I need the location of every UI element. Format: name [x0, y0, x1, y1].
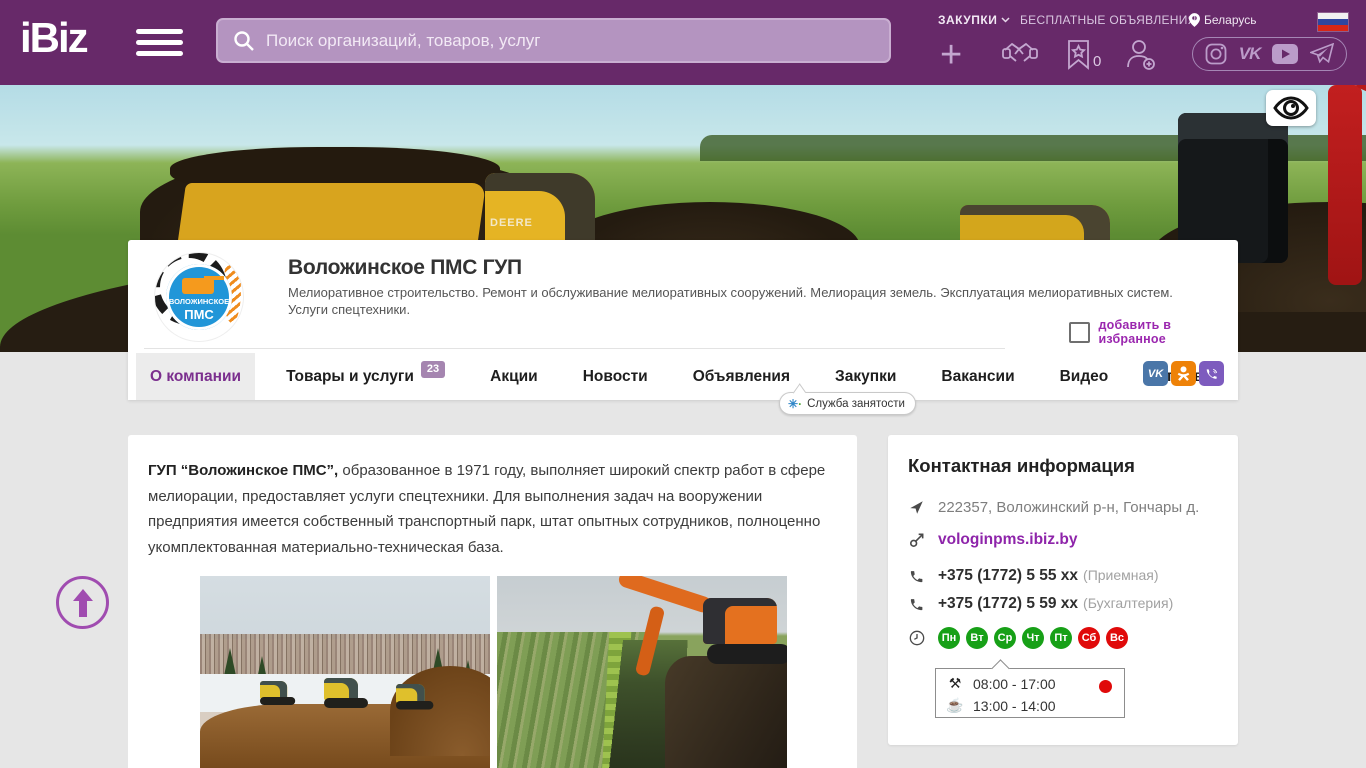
- employment-service-tooltip: ✳· Служба занятости: [779, 392, 916, 415]
- logo-excavator-icon: [182, 278, 214, 294]
- youtube-icon[interactable]: [1272, 44, 1299, 64]
- language-flag-ru[interactable]: [1318, 13, 1348, 31]
- company-name: Воложинское ПМС ГУП: [288, 256, 522, 279]
- address-row: 222357, Воложинский р-н, Гончары д.: [908, 499, 1199, 516]
- search-input[interactable]: [266, 30, 889, 51]
- tab-promotions[interactable]: Акции: [476, 353, 552, 400]
- phone-number[interactable]: +375 (1772) 5 55 xx: [938, 567, 1078, 584]
- search-icon: [234, 30, 254, 51]
- status-dot: [1099, 680, 1112, 693]
- hamburger-menu-icon[interactable]: [136, 29, 183, 62]
- site-header: iBiz ЗАКУПКИ БЕСПЛАТНЫЕ ОБЪЯВЛЕНИЯ Белар…: [0, 0, 1366, 85]
- about-company-card: ГУП “Воложинское ПМС”, образованное в 19…: [128, 435, 857, 768]
- phone-row: +375 (1772) 5 59 xx (Бухгалтерия): [908, 595, 1173, 613]
- add-to-favorites[interactable]: добавить в избранное: [1069, 318, 1238, 346]
- website-link[interactable]: vologinpms.ibiz.by: [938, 531, 1078, 549]
- products-count-badge: 23: [420, 361, 446, 378]
- employment-service-icon: ✳·: [788, 396, 803, 411]
- chevron-down-icon: [1001, 17, 1010, 23]
- accessibility-eye-button[interactable]: [1266, 90, 1316, 126]
- favorite-label: добавить в избранное: [1098, 318, 1172, 346]
- odnoklassniki-social-button[interactable]: [1171, 361, 1196, 386]
- phone-number[interactable]: +375 (1772) 5 59 xx: [938, 595, 1078, 612]
- tab-vacancies[interactable]: Вакансии: [927, 353, 1028, 400]
- company-card: ВОЛОЖИНСКОЕ ПМС Воложинское ПМС ГУП Мели…: [128, 240, 1238, 400]
- day-badge[interactable]: Чт: [1022, 627, 1044, 649]
- contact-info-card: Контактная информация 222357, Воложински…: [888, 435, 1238, 745]
- site-logo[interactable]: iBiz: [20, 14, 89, 62]
- day-badge[interactable]: Пт: [1050, 627, 1072, 649]
- company-social-links: VK: [1143, 361, 1224, 386]
- tab-news[interactable]: Новости: [569, 353, 662, 400]
- phone-icon: [908, 569, 925, 584]
- gallery-photo-excavator[interactable]: [497, 576, 787, 768]
- location-pin-icon: [1189, 13, 1200, 27]
- top-nav: ЗАКУПКИ БЕСПЛАТНЫЕ ОБЪЯВЛЕНИЯ Беларусь: [930, 13, 1350, 33]
- phone-row: +375 (1772) 5 55 xx (Приемная): [908, 567, 1159, 585]
- gallery: [200, 576, 787, 768]
- day-badge[interactable]: Пн: [938, 627, 960, 649]
- eye-icon: [1273, 96, 1309, 120]
- day-badge[interactable]: Вт: [966, 627, 988, 649]
- day-badge[interactable]: Вс: [1106, 627, 1128, 649]
- nav-procurement[interactable]: ЗАКУПКИ: [938, 13, 1010, 27]
- header-social-links: VK: [1192, 37, 1347, 71]
- divider: [144, 348, 1005, 349]
- login-profile-icon[interactable]: [1126, 39, 1156, 75]
- bookmarks-count: 0: [1093, 53, 1102, 70]
- phone-icon: [908, 597, 925, 612]
- break-hours: 13:00 - 14:00: [973, 697, 1056, 714]
- tab-video[interactable]: Видео: [1046, 353, 1123, 400]
- vk-social-button[interactable]: VK: [1143, 361, 1168, 386]
- viber-social-button[interactable]: [1199, 361, 1224, 386]
- tab-products[interactable]: Товары и услуги 23: [272, 353, 459, 400]
- company-tabs: О компании Товары и услуги 23 Акции Новос…: [136, 353, 1248, 400]
- gallery-photo-bulldozers[interactable]: [200, 576, 490, 768]
- tab-about[interactable]: О компании: [136, 353, 256, 400]
- instagram-icon[interactable]: [1205, 43, 1227, 65]
- work-hours: 08:00 - 17:00: [973, 675, 1056, 692]
- scroll-to-top-button[interactable]: [56, 576, 109, 629]
- handshake-icon[interactable]: [1002, 40, 1038, 75]
- navigation-arrow-icon: [908, 500, 925, 515]
- vk-icon[interactable]: VK: [1239, 44, 1262, 64]
- search-box: [216, 18, 891, 63]
- add-plus-icon[interactable]: +: [940, 36, 962, 74]
- country-selector[interactable]: Беларусь: [1189, 13, 1256, 27]
- bookmarks-button[interactable]: 0: [1067, 40, 1101, 70]
- bookmark-star-icon: [1068, 40, 1089, 70]
- day-badge[interactable]: Ср: [994, 627, 1016, 649]
- about-text: ГУП “Воложинское ПМС”, образованное в 19…: [148, 462, 826, 556]
- favorite-checkbox[interactable]: [1069, 321, 1090, 343]
- work-tools-icon: ⚒: [948, 675, 962, 691]
- website-row: vologinpms.ibiz.by: [908, 531, 1078, 549]
- company-logo: ВОЛОЖИНСКОЕ ПМС: [155, 253, 243, 341]
- arrow-up-icon: [72, 588, 93, 617]
- header-icon-row: + 0 VK: [930, 36, 1366, 78]
- phone-label: (Приемная): [1083, 567, 1159, 583]
- working-hours-popover: ⚒ 08:00 - 17:00 ☕ 13:00 - 14:00: [935, 668, 1125, 718]
- address-text: 222357, Воложинский р-н, Гончары д.: [938, 499, 1200, 516]
- clock-icon: [908, 630, 925, 646]
- truck-brand-label: DEERE: [490, 217, 533, 229]
- company-description: Мелиоративное строительство. Ремонт и об…: [288, 285, 1173, 317]
- nav-free-ads[interactable]: БЕСПЛАТНЫЕ ОБЪЯВЛЕНИЯ: [1020, 13, 1197, 27]
- coffee-break-icon: ☕: [946, 697, 964, 713]
- phone-label: (Бухгалтерия): [1083, 595, 1174, 611]
- working-days-row: Пн Вт Ср Чт Пт Сб Вс: [908, 627, 1134, 649]
- contact-title: Контактная информация: [908, 455, 1135, 476]
- day-badge[interactable]: Сб: [1078, 627, 1100, 649]
- link-icon: [908, 532, 925, 548]
- telegram-icon[interactable]: [1310, 43, 1335, 65]
